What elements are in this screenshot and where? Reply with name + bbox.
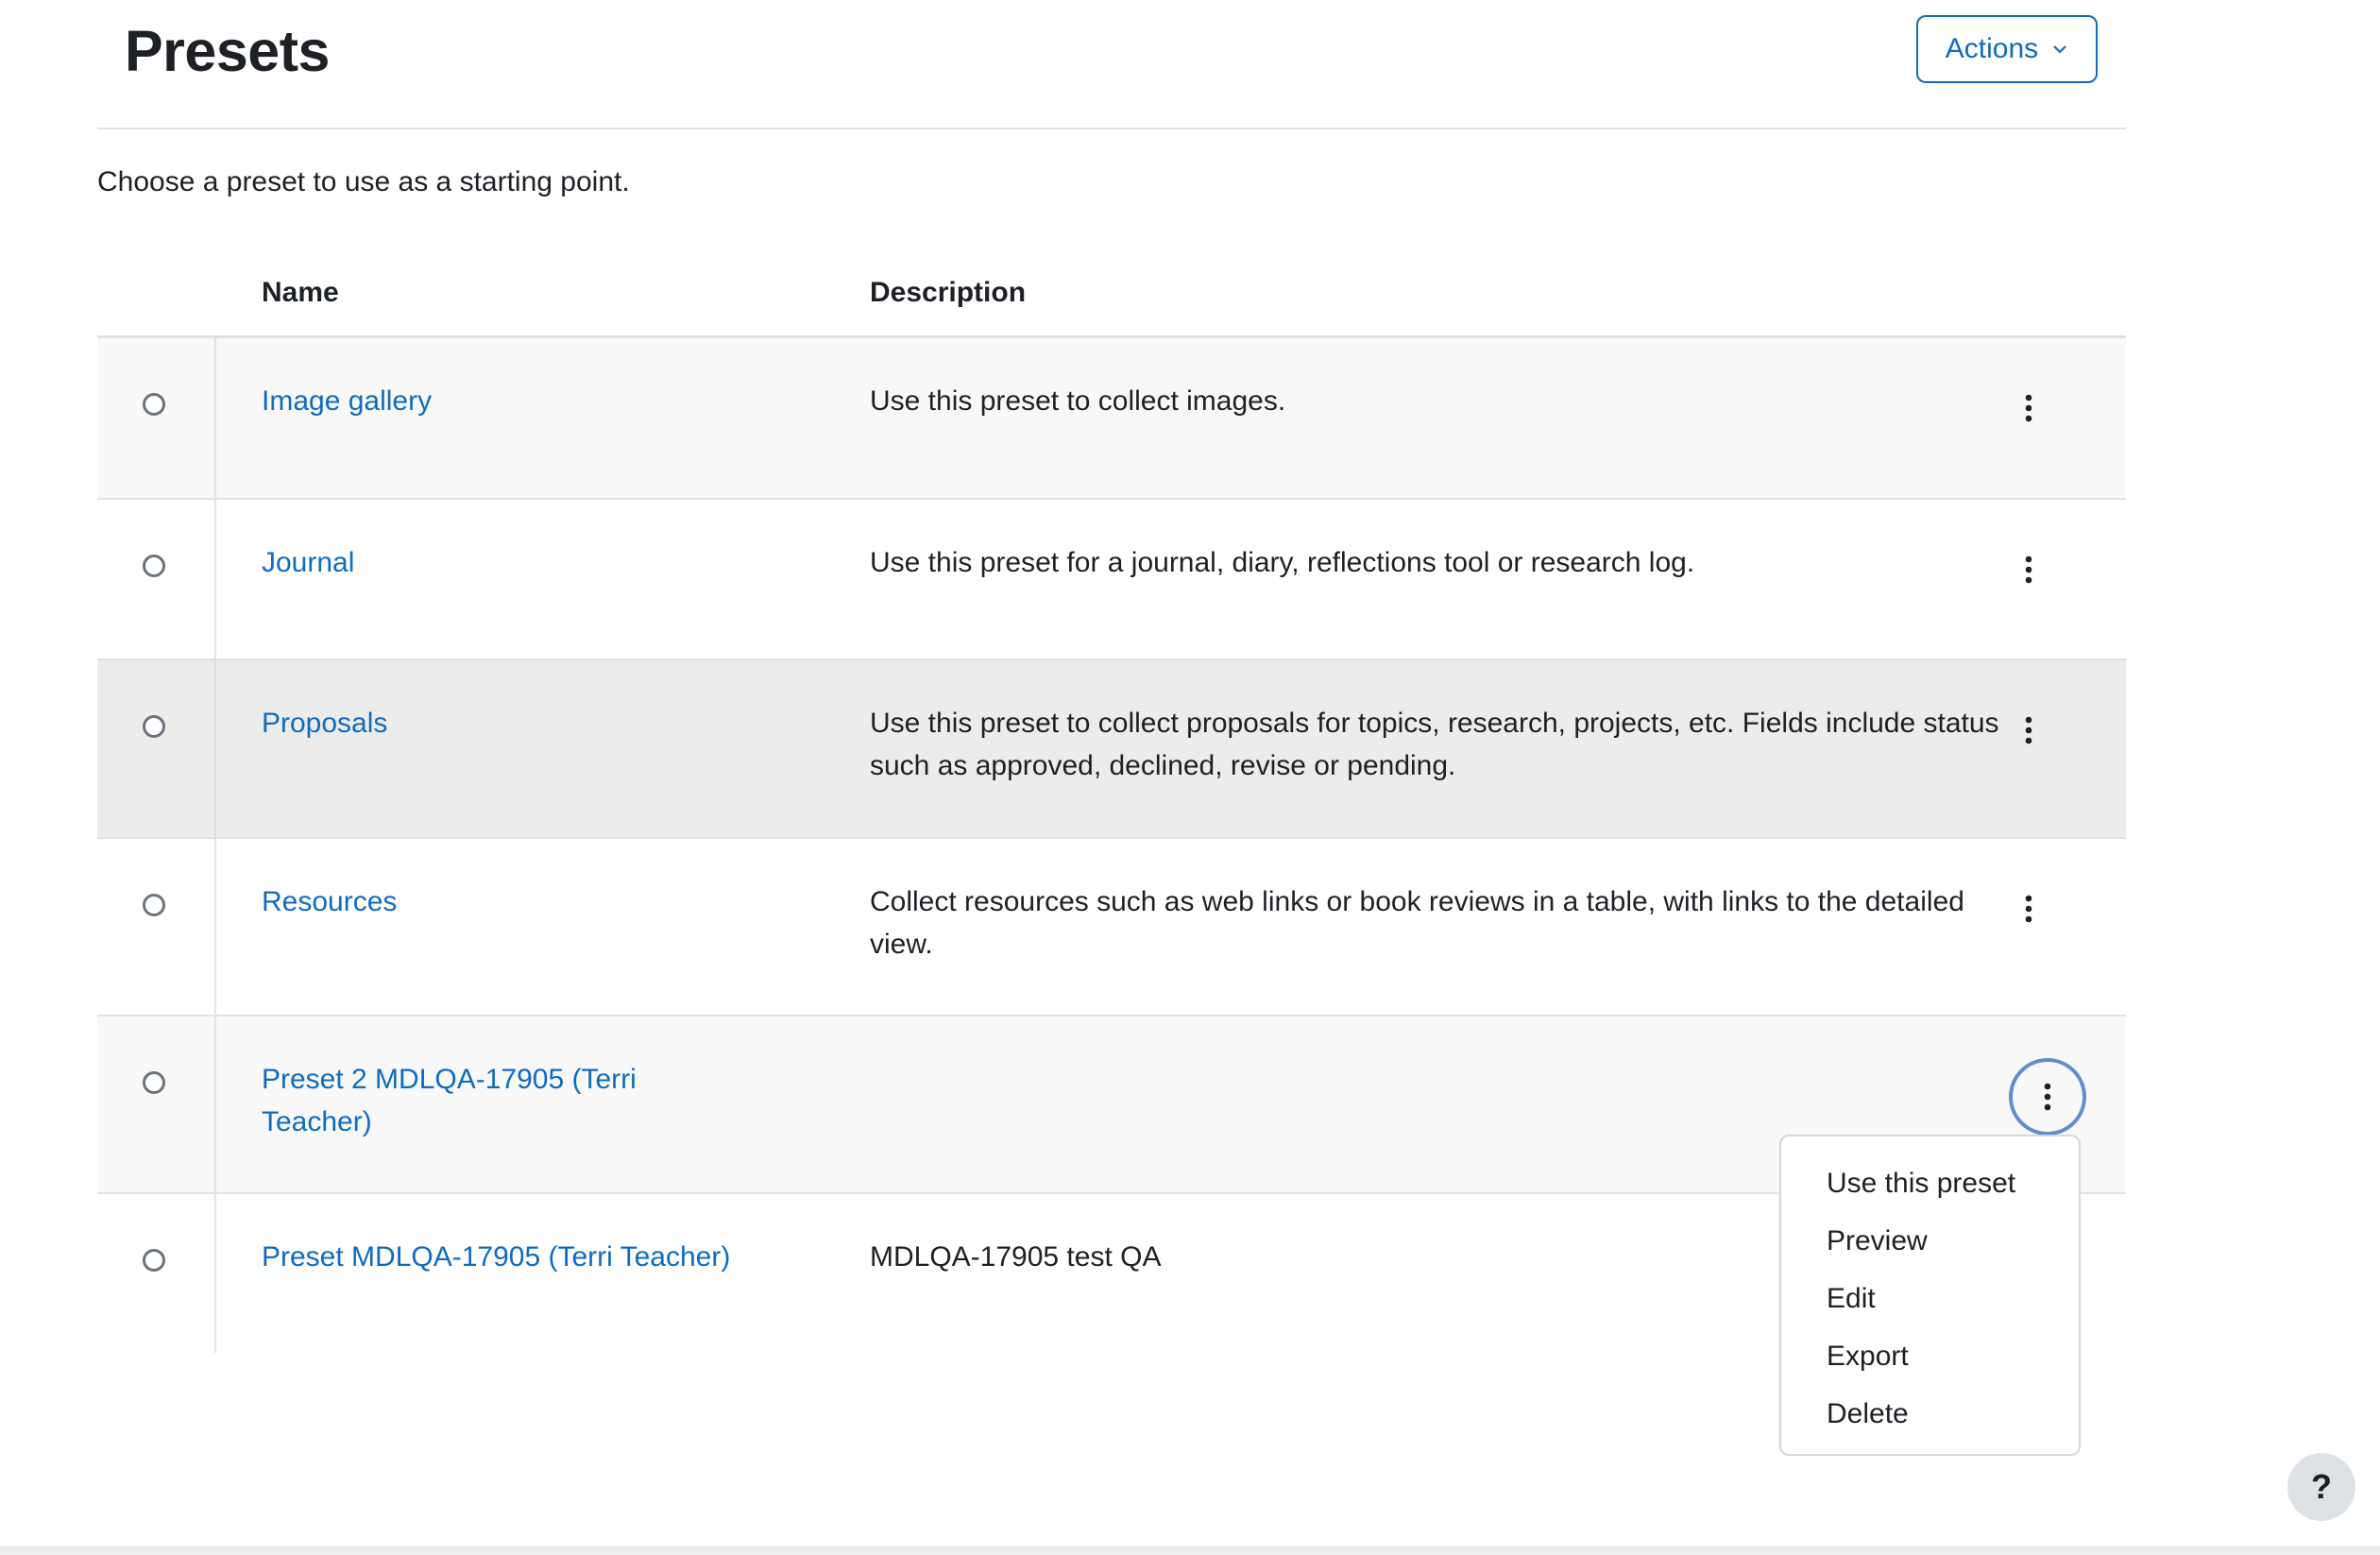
menu-item-delete[interactable]: Delete [1781,1393,2079,1450]
preset-name-link[interactable]: Resources [262,880,753,923]
column-divider [214,1194,216,1353]
preset-description: Use this preset to collect images. [870,385,1286,417]
preset-radio[interactable] [143,715,165,738]
column-divider [214,660,216,837]
footer-band [0,1546,2380,1555]
column-header-description: Description [870,277,1027,308]
table-row: Proposals Use this preset to collect pro… [97,660,2126,839]
menu-item-export[interactable]: Export [1781,1335,2079,1393]
kebab-menu-icon [2025,895,2032,923]
menu-item-use-preset[interactable]: Use this preset [1781,1162,2079,1220]
column-header-name: Name [262,277,339,308]
preset-description: Use this preset for a journal, diary, re… [870,547,1695,578]
kebab-menu-icon [2025,555,2032,584]
preset-radio[interactable] [143,894,165,916]
help-button[interactable]: ? [2287,1453,2355,1521]
preset-description: Collect resources such as web links or b… [870,886,1964,960]
row-actions-button[interactable] [2009,1058,2086,1136]
preset-radio[interactable] [143,555,165,577]
kebab-menu-icon [2025,716,2032,744]
preset-radio[interactable] [143,393,165,416]
row-actions-menu: Use this preset Preview Edit Export Dele… [1779,1135,2081,1456]
kebab-menu-icon [2025,394,2032,422]
column-divider [214,839,216,1015]
preset-name-link[interactable]: Preset 2 MDLQA-17905 (Terri Teacher) [262,1058,753,1143]
intro-text: Choose a preset to use as a starting poi… [97,166,630,197]
chevron-down-icon [2053,45,2066,54]
table-row: Resources Collect resources such as web … [97,839,2126,1017]
row-actions-button[interactable] [2010,389,2048,427]
column-divider [214,500,216,658]
table-row: Image gallery Use this preset to collect… [97,338,2126,500]
row-actions-button[interactable] [2010,711,2048,749]
page-title: Presets [125,19,330,83]
row-actions-button[interactable] [2010,890,2048,928]
header-divider [97,128,2126,129]
presets-page: Presets Actions Choose a preset to use a… [0,0,2380,1555]
menu-item-preview[interactable]: Preview [1781,1220,2079,1277]
menu-item-edit[interactable]: Edit [1781,1277,2079,1335]
row-actions-button[interactable] [2010,551,2048,589]
preset-name-link[interactable]: Journal [262,541,753,584]
preset-name-link[interactable]: Image gallery [262,380,753,422]
actions-button[interactable]: Actions [1916,15,2098,83]
preset-radio[interactable] [143,1249,165,1272]
preset-name-link[interactable]: Proposals [262,702,753,744]
preset-name-link[interactable]: Preset MDLQA-17905 (Terri Teacher) [262,1236,866,1278]
preset-description: Use this preset to collect proposals for… [870,708,1999,781]
preset-radio[interactable] [143,1071,165,1094]
table-row: Journal Use this preset for a journal, d… [97,500,2126,660]
actions-button-label: Actions [1945,33,2039,64]
column-divider [214,338,216,498]
column-divider [214,1017,216,1192]
help-icon: ? [2311,1467,2332,1506]
kebab-menu-icon [2044,1083,2051,1111]
